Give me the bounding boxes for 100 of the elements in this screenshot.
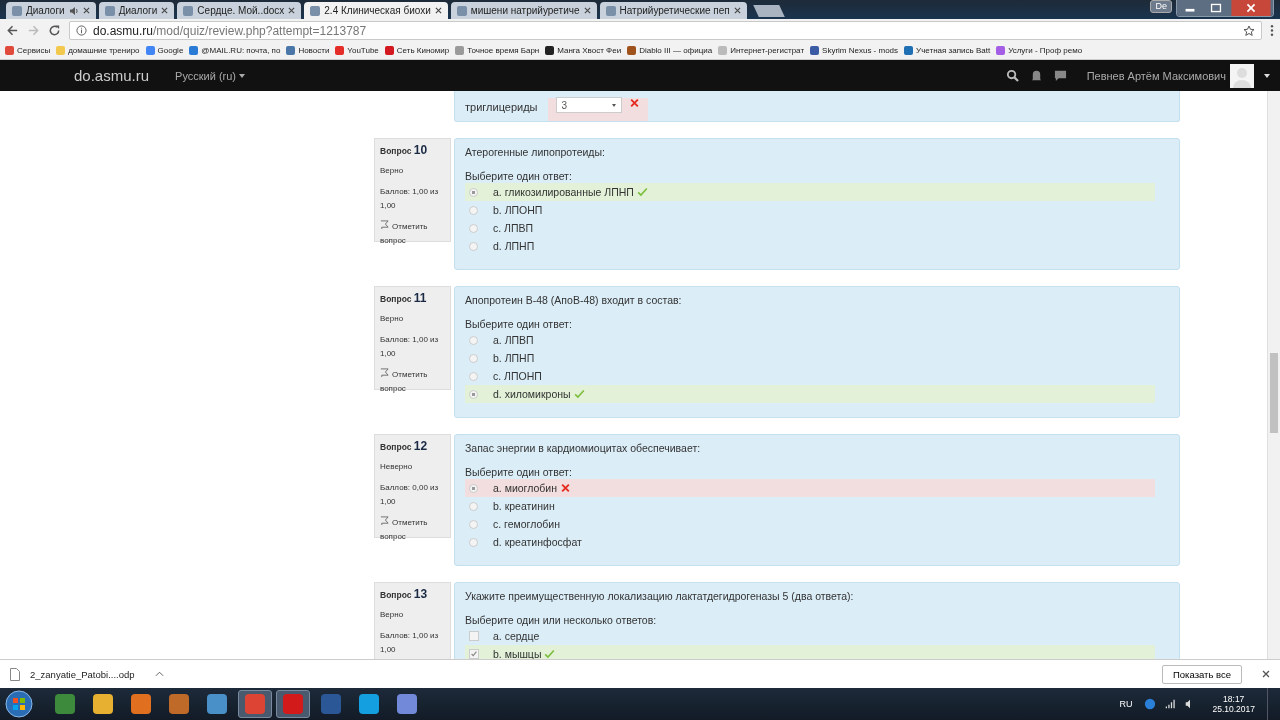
page-icon [183,5,194,16]
checkbox[interactable] [469,649,479,659]
answer-option[interactable]: b. ЛПНП [465,349,1155,367]
search-icon[interactable] [1005,69,1019,82]
language-menu[interactable]: Русский (ru) [175,69,246,82]
answer-option[interactable]: d. хиломикроны [465,385,1155,403]
question-score: Баллов: 0,00 из 1,00 [380,482,440,508]
answer-option[interactable]: a. ЛПВП [465,331,1155,349]
checkbox[interactable] [469,631,479,641]
radio-button[interactable] [469,223,478,233]
radio-button[interactable] [469,483,478,493]
browser-tab[interactable]: 2.4 Клиническая биохи [304,2,448,19]
answer-option[interactable]: a. сердце [465,627,1155,645]
close-icon[interactable] [1229,0,1273,16]
bookmark-item[interactable]: Diablo III — официа [627,46,713,55]
close-icon[interactable] [583,7,591,14]
cross-icon [628,98,640,108]
start-button[interactable] [4,689,34,719]
minimize-icon[interactable] [1177,0,1203,16]
answer-select[interactable]: 3 [555,97,622,113]
radio-button[interactable] [469,501,478,511]
site-name[interactable]: do.asmu.ru [74,67,150,84]
scrollbar[interactable] [1267,91,1280,659]
browser-tab[interactable]: Сердце. Мой..docx [177,2,302,19]
radio-button[interactable] [469,353,478,363]
page-icon [605,5,616,16]
bookmark-item[interactable]: Сервисы [5,46,51,55]
bookmark-item[interactable]: Точное время Барн [455,46,540,55]
bookmark-item[interactable]: Skyrim Nexus - mods [810,46,899,55]
bookmark-item[interactable]: Манга Хвост Феи [545,46,622,55]
close-icon[interactable] [1262,670,1270,678]
flag-question-link[interactable]: Отметить вопрос [380,516,445,544]
file-icon [10,667,20,681]
help-icon[interactable] [1144,698,1157,710]
bookmark-item[interactable]: Услуги - Проф ремо [996,46,1083,55]
bookmark-item[interactable]: Google [145,46,184,55]
browser-tab[interactable]: мишени натрийуретиче [450,2,597,19]
show-all-button[interactable]: Показать все [1162,664,1242,684]
answer-option[interactable]: a. миоглобин [465,479,1155,497]
bookmark-item[interactable]: домашние трениро [56,46,140,55]
radio-button[interactable] [469,205,478,215]
maximize-icon[interactable] [1203,0,1229,16]
flag-icon [380,368,389,377]
close-icon[interactable] [434,7,442,14]
question-number: Вопрос 11 [380,291,428,305]
bookmark-item[interactable]: Интернет-регистрат [718,46,805,55]
bell-icon[interactable] [1029,69,1043,82]
flag-question-link[interactable]: Отметить вопрос [380,368,445,396]
bookmark-item[interactable]: Сеть Киномир [384,46,450,55]
menu-icon[interactable] [1270,24,1274,37]
answer-option[interactable]: d. ЛПНП [465,237,1155,255]
answer-option[interactable]: b. ЛПОНП [465,201,1155,219]
radio-button[interactable] [469,335,478,345]
reload-icon[interactable] [48,24,61,37]
answer-option[interactable]: a. гликозилированные ЛПНП [465,183,1155,201]
bookmark-item[interactable]: YouTube [335,46,379,55]
browser-tab[interactable]: Диалоги [98,2,175,19]
flag-icon [380,516,389,525]
answer-option[interactable]: c. ЛПВП [465,219,1155,237]
question-number: Вопрос 13 [380,587,429,601]
bookmark-item[interactable]: @MAIL.RU: почта, по [189,46,281,55]
radio-button[interactable] [469,371,478,381]
radio-button[interactable] [469,537,478,547]
flag-question-link[interactable]: Отметить вопрос [380,220,445,248]
close-icon[interactable] [82,7,90,14]
radio-button[interactable] [469,241,478,251]
close-icon[interactable] [733,7,741,14]
answer-option[interactable]: c. гемоглобин [465,515,1155,533]
bookmark-star-icon[interactable] [1243,24,1255,37]
radio-button[interactable] [469,389,478,399]
answer-option[interactable]: b. креатинин [465,497,1155,515]
chat-icon[interactable] [1053,69,1067,82]
bookmark-item[interactable]: Учетная запись Batt [904,46,991,55]
question-score: Баллов: 1,00 из 1,00 [380,630,440,656]
signal-icon[interactable] [1164,698,1177,710]
match-label: триглицериды [465,101,538,113]
language-button[interactable]: De [1150,0,1172,13]
user-name[interactable]: Певнев Артём Максимович [1086,69,1226,82]
check-icon [544,649,556,659]
radio-button[interactable] [469,519,478,529]
question-score: Баллов: 1,00 из 1,00 [380,186,440,212]
close-icon[interactable] [288,7,296,14]
question-score: Баллов: 1,00 из 1,00 [380,334,440,360]
question-number: Вопрос 12 [380,439,429,453]
info-icon [76,25,87,36]
avatar-icon[interactable] [1230,63,1254,88]
radio-button[interactable] [469,187,478,197]
input-language[interactable]: RU [1119,699,1133,709]
clock[interactable]: 18:17 25.10.2017 [1212,694,1255,714]
download-item[interactable]: 2_zanyatie_Patobi....odp [10,667,164,681]
page-icon [456,5,467,16]
new-tab-button[interactable] [752,5,785,17]
address-field[interactable]: do.asmu.ru/mod/quiz/review.php?attempt=1213787 [69,21,1262,40]
answer-option[interactable]: d. креатинфосфат [465,533,1155,551]
browser-tab[interactable]: Диалоги [6,2,96,19]
back-icon[interactable] [6,24,19,37]
answer-option[interactable]: c. ЛПОНП [465,367,1155,385]
close-icon[interactable] [161,7,169,14]
browser-tab[interactable]: Натрийуретические пеп [599,2,747,19]
bookmark-item[interactable]: Новости [286,46,330,55]
